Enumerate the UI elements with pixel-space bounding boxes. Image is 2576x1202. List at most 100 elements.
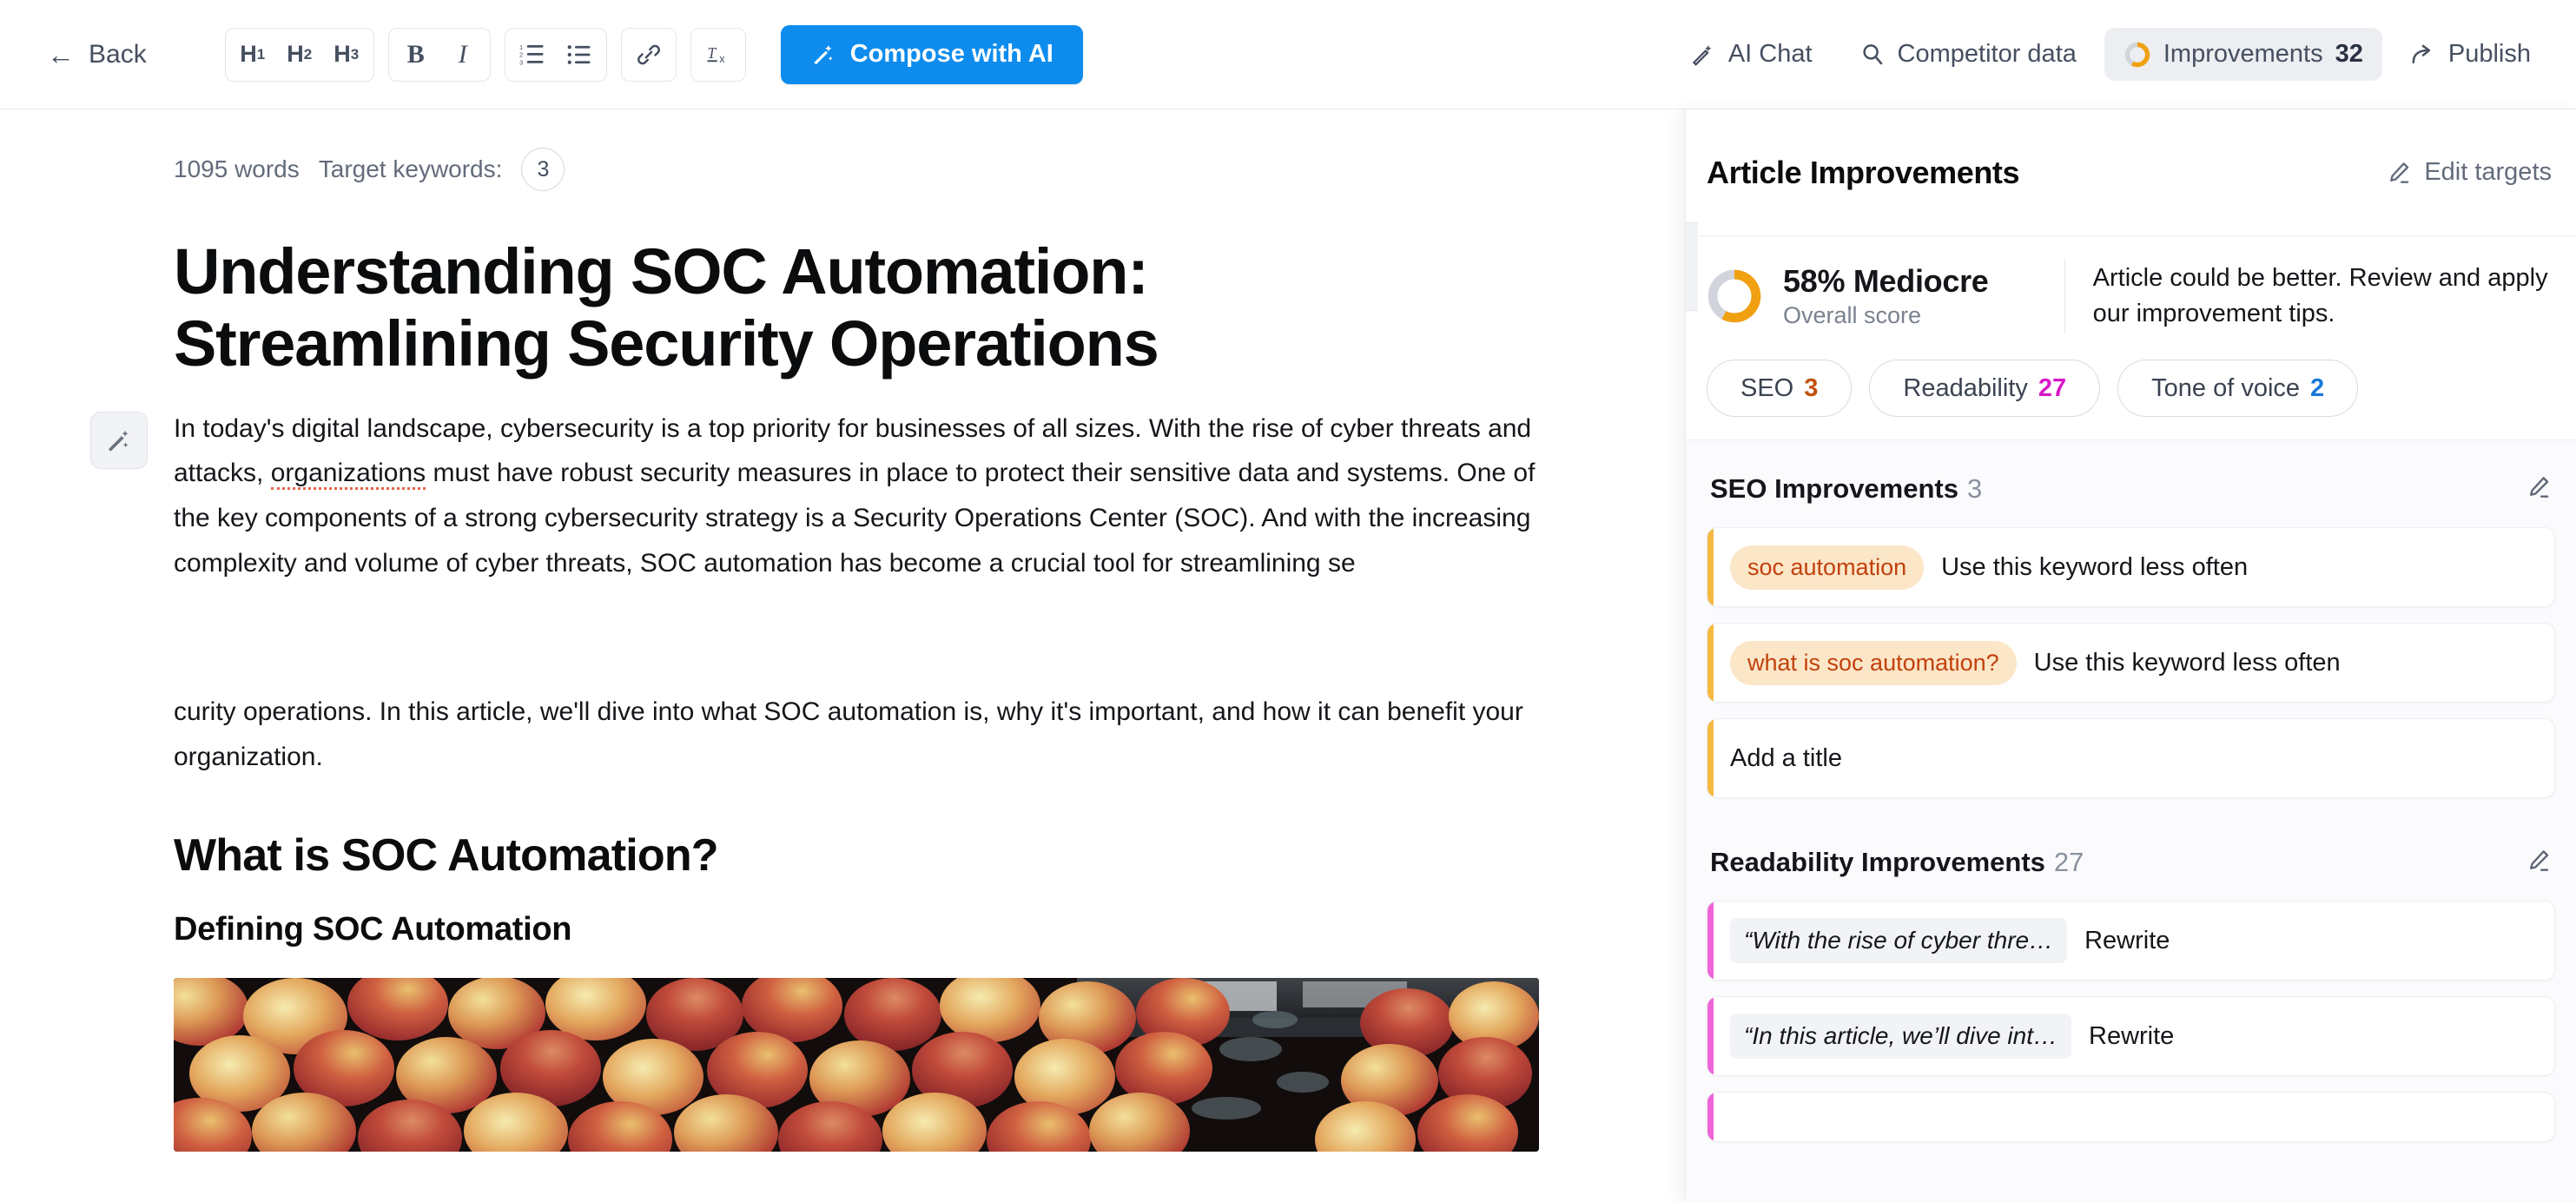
tab-readability-count: 27: [2038, 373, 2067, 402]
svg-text:3: 3: [519, 58, 523, 66]
seo-section-edit-button[interactable]: [2526, 474, 2552, 505]
quote-chip[interactable]: “With the rise of cyber thre…: [1730, 918, 2068, 963]
article-image[interactable]: [174, 978, 1539, 1152]
tab-tone-count: 2: [2310, 373, 2325, 402]
publish-button[interactable]: Publish: [2391, 28, 2550, 81]
pencil-icon: [2530, 849, 2549, 871]
ai-chat-icon: [1692, 44, 1712, 66]
compose-with-ai-button[interactable]: Compose with AI: [780, 24, 1083, 84]
heading-2-button[interactable]: H2: [276, 31, 323, 78]
article-paragraph-1[interactable]: In today's digital landscape, cybersecur…: [174, 406, 1546, 585]
back-button[interactable]: ← Back: [35, 31, 159, 78]
heading-3-button[interactable]: H3: [323, 31, 370, 78]
card-action-label: Rewrite: [2084, 926, 2170, 954]
overall-score-note: Article could be better. Review and appl…: [2092, 263, 2548, 327]
tab-readability[interactable]: Readability 27: [1869, 360, 2101, 417]
heading-1-button[interactable]: H1: [229, 31, 276, 78]
seo-section-title: SEO Improvements: [1710, 473, 1958, 504]
improvement-card-readability-3[interactable]: [1707, 1092, 2555, 1142]
compose-with-ai-label: Compose with AI: [849, 40, 1054, 68]
card-action-label: Add a title: [1730, 743, 1842, 772]
improvements-label: Improvements: [2163, 40, 2323, 68]
improvement-card-seo-1[interactable]: soc automation Use this keyword less oft…: [1707, 527, 2555, 607]
score-donut-icon: [2124, 42, 2150, 67]
tab-tone-label: Tone of voice: [2151, 373, 2301, 402]
svg-text:1: 1: [519, 43, 523, 50]
readability-section-edit-button[interactable]: [2526, 848, 2552, 878]
magic-wand-icon: [108, 430, 129, 452]
competitor-data-button[interactable]: Competitor data: [1840, 28, 2096, 81]
improvements-list[interactable]: SEO Improvements 3 soc automation Use thi…: [1686, 440, 2576, 1202]
competitor-data-label: Competitor data: [1897, 40, 2077, 68]
heading-3-sub: 3: [350, 45, 360, 63]
clear-format-group: T x: [690, 27, 746, 82]
paragraph-ai-handle-button[interactable]: [90, 411, 148, 469]
category-tabs: SEO 3 Readability 27 Tone of voice 2: [1707, 334, 2555, 439]
ai-chat-button[interactable]: AI Chat: [1671, 28, 1832, 81]
heading-2-sub: 2: [303, 45, 313, 63]
article-title[interactable]: Understanding SOC Automation: Streamlini…: [174, 235, 1529, 380]
insert-link-button[interactable]: [625, 31, 672, 78]
improvements-count: 32: [2335, 40, 2363, 68]
ordered-list-button[interactable]: 1 2 3: [509, 31, 556, 78]
quote-chip[interactable]: “In this article, we’ll dive int…: [1730, 1014, 2072, 1059]
italic-button[interactable]: I: [439, 31, 486, 78]
panel-title: Article Improvements: [1707, 154, 2020, 190]
card-action-label: Rewrite: [2089, 1021, 2175, 1050]
svg-text:2: 2: [519, 50, 523, 58]
improvements-tab-button[interactable]: Improvements 32: [2104, 28, 2382, 81]
format-toolbar: H1 H2 H3 B I 1 2 3 T x: [224, 27, 746, 82]
svg-text:T: T: [707, 43, 717, 61]
improvements-panel: Article Improvements Edit targets 58% Me…: [1685, 109, 2576, 1202]
keyword-chip[interactable]: what is soc automation?: [1730, 640, 2017, 685]
score-row: 58% Mediocre Overall score Article could…: [1707, 259, 2555, 334]
score-text-block: 58% Mediocre Overall score: [1783, 263, 2044, 329]
target-keywords-count[interactable]: 3: [521, 148, 565, 191]
improvement-card-seo-3[interactable]: Add a title: [1707, 718, 2555, 798]
panel-header: Article Improvements Edit targets: [1686, 109, 2576, 236]
target-keywords-label: Target keywords:: [318, 155, 503, 182]
score-divider: [2064, 259, 2065, 334]
pencil-icon: [2390, 162, 2409, 183]
card-action-label: Use this keyword less often: [1941, 552, 2249, 581]
improvement-card-readability-1[interactable]: “With the rise of cyber thre… Rewrite: [1707, 901, 2555, 981]
text-style-group: B I: [387, 27, 491, 82]
bullet-list-button[interactable]: [556, 31, 603, 78]
spellcheck-word[interactable]: organizations: [270, 459, 426, 491]
overall-score-sublabel: Overall score: [1783, 302, 1922, 328]
bullet-list-icon: [567, 44, 591, 64]
clear-formatting-button[interactable]: T x: [695, 31, 742, 78]
readability-section-count: 27: [2053, 847, 2084, 877]
keyword-chip[interactable]: soc automation: [1730, 545, 1925, 590]
improvement-card-seo-2[interactable]: what is soc automation? Use this keyword…: [1707, 623, 2555, 703]
tab-seo-count: 3: [1804, 373, 1819, 402]
document-editor[interactable]: 1095 words Target keywords: 3 Understand…: [0, 109, 1690, 1202]
ai-chat-label: AI Chat: [1727, 40, 1813, 68]
tab-readability-label: Readability: [1903, 373, 2028, 402]
improvement-card-readability-2[interactable]: “In this article, we’ll dive int… Rewrit…: [1707, 996, 2555, 1076]
document-body[interactable]: Understanding SOC Automation: Streamlini…: [0, 235, 1563, 1152]
seo-section-title-wrap: SEO Improvements 3: [1710, 473, 1982, 505]
heading-button-group: H1 H2 H3: [224, 27, 374, 82]
heading-1-sub: 1: [256, 45, 266, 63]
article-heading-2[interactable]: What is SOC Automation?: [174, 829, 1563, 882]
search-icon: [1862, 43, 1882, 64]
clear-format-icon: T x: [707, 43, 725, 64]
seo-section-count: 3: [1966, 473, 1983, 504]
word-count: 1095 words: [174, 155, 300, 182]
bold-button[interactable]: B: [393, 31, 439, 78]
readability-section-header: Readability Improvements 27: [1707, 814, 2555, 901]
edit-targets-button[interactable]: Edit targets: [2386, 158, 2552, 187]
tab-tone-of-voice[interactable]: Tone of voice 2: [2117, 360, 2359, 417]
article-paragraph-2[interactable]: curity operations. In this article, we'l…: [174, 690, 1546, 779]
article-heading-3[interactable]: Defining SOC Automation: [174, 911, 1563, 948]
link-group: [620, 27, 677, 82]
share-arrow-icon: [2412, 44, 2430, 63]
publish-label: Publish: [2447, 40, 2531, 68]
collapse-panel-button[interactable]: [1686, 222, 1698, 311]
tab-seo[interactable]: SEO 3: [1707, 360, 1853, 417]
pencil-icon: [2530, 476, 2549, 498]
link-icon: [637, 44, 660, 64]
edit-targets-label: Edit targets: [2424, 158, 2552, 186]
back-label: Back: [89, 39, 147, 69]
